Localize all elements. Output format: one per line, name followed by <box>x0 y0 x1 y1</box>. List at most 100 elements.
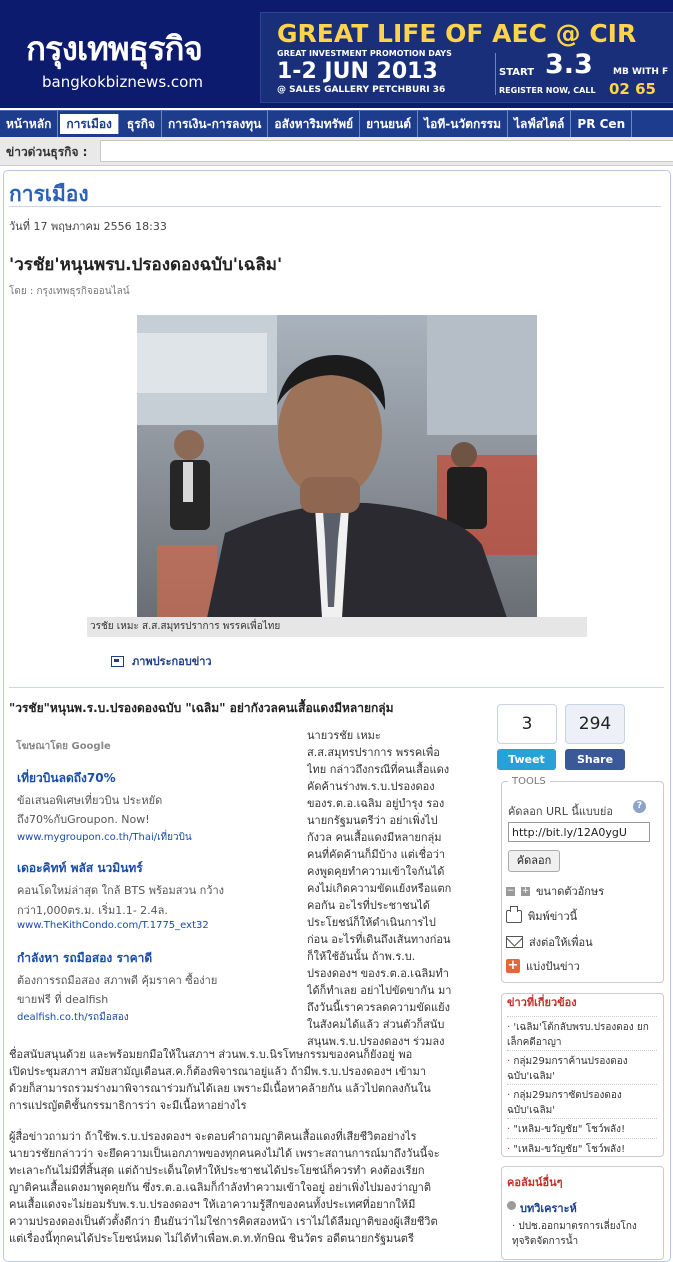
font-increase-icon[interactable]: + <box>521 886 530 896</box>
body-line: ญาติคนเสื้อแดงมาพูดคุยกัน ซึ่งร.ต.อ.เฉลิ… <box>9 1181 432 1194</box>
nav-item-business[interactable]: ธุรกิจ <box>121 111 162 137</box>
body-line: ของร.ต.อ.เฉลิม อยู่บำรุง รอง <box>307 797 445 810</box>
ad-url[interactable]: dealfish.co.th/รถมือสอง <box>17 1010 129 1025</box>
related-news-item[interactable]: · "เหลิม-ขวัญชัย" โชว์พลัง! <box>507 1118 657 1137</box>
ad-banner[interactable]: GREAT LIFE OF AEC @ CIR GREAT INVESTMENT… <box>260 12 673 103</box>
ads-label[interactable]: โฆษณาโดย Google <box>16 739 111 754</box>
short-url-field[interactable]: http://bit.ly/12A0ygU <box>508 822 650 842</box>
banner-divider <box>495 53 496 95</box>
breaking-news-ticker[interactable] <box>100 140 673 162</box>
photo-gallery-link[interactable]: ภาพประกอบข่าว <box>111 652 212 670</box>
ad-title[interactable]: เดอะคิทท์ พลัส นวมินทร์ <box>17 859 143 878</box>
body-line: การแปรญัตติชั้นกรรมาธิการว่า จะมีเนื้อหา… <box>9 1099 247 1112</box>
ad-text: ข้อเสนอพิเศษเที่ยวบิน ประหยัด <box>17 794 163 807</box>
banner-start: START <box>499 67 535 78</box>
print-label[interactable]: พิมพ์ข่าวนี้ <box>528 907 577 925</box>
body-line: แต่เรื่องนี้ทุกคนได้ประโยชน์หมด ไม่ได้ทำ… <box>9 1232 414 1245</box>
tweet-button[interactable]: Tweet <box>497 749 556 770</box>
plus-icon: + <box>506 958 520 973</box>
article-headline: 'วรชัย'หนุนพรบ.ปรองดองฉบับ'เฉลิม' <box>9 255 283 275</box>
nav-item-pr-center[interactable]: PR Cen <box>571 111 633 137</box>
body-line: ปรองดองฯ ของร.ต.อ.เฉลิมทำ <box>307 967 449 980</box>
related-news-item[interactable]: · กลุ่ม29มกราค้านปรองดองฉบับ'เฉลิม' <box>507 1050 657 1084</box>
related-news-text[interactable]: "เหลิม-ขวัญชัย" โชว์พลัง! <box>513 1144 625 1155</box>
font-size-label: ขนาดตัวอักษร <box>536 885 605 898</box>
nav-item-home[interactable]: หน้าหลัก <box>0 111 59 137</box>
printer-icon <box>506 905 522 923</box>
body-line: ประโยชน์ก็ให้ดำเนินการไป <box>307 916 436 929</box>
body-line: เปิดประชุมสภาฯ สมัยสามัญเดือนส.ค.ก็ต้องพ… <box>9 1065 427 1078</box>
ad-url[interactable]: www.mygroupon.co.th/Thai/เที่ยวบิน <box>17 830 192 845</box>
logo-title[interactable]: กรุงเทพธุรกิจ <box>26 22 203 75</box>
other-column-text[interactable]: ปปช.ออกมาตรการเลี่ยงโกงทุจริตจัดการน้ำ <box>512 1221 637 1247</box>
body-line: ความปรองดองเป็นตัวตั้งดีกว่า ยืนยันว่าไม… <box>9 1215 438 1228</box>
banner-register: REGISTER NOW, CALL <box>499 86 596 95</box>
article-body-column: นายวรชัย เหมะ ส.ส.สมุทรปราการ พรรคเพื่อ … <box>307 727 487 1050</box>
ad-title[interactable]: เที่ยวบินลดถึง70% <box>17 769 116 788</box>
nav-item-finance[interactable]: การเงิน-การลงทุน <box>162 111 269 137</box>
ad-title[interactable]: กำลังหา รถมือสอง ราคาดี <box>17 949 152 968</box>
banner-venue: @ SALES GALLERY PETCHBURI 36 <box>277 85 446 95</box>
print-link[interactable]: พิมพ์ข่าวนี้ <box>506 905 577 925</box>
article-photo[interactable] <box>137 315 537 618</box>
body-line: คนเสื้อแดงจะไม่ยอมรับพ.ร.บ.ปรองดองฯ ให้เ… <box>9 1198 416 1211</box>
facebook-share-button[interactable]: Share <box>565 749 625 770</box>
body-line: ส.ส.สมุทรปราการ พรรคเพื่อ <box>307 746 440 759</box>
banner-title: GREAT LIFE OF AEC @ CIR <box>277 19 637 48</box>
body-line: คงไม่เกิดความขัดแย้งหรือแตก <box>307 882 452 895</box>
body-line: นายวรชัยกล่าวว่า จะยึดความเป็นเอกภาพของท… <box>9 1147 440 1160</box>
photo-caption: วรชัย เหมะ ส.ส.สมุทรปราการ พรรคเพื่อไทย <box>87 617 587 637</box>
related-news-text[interactable]: กลุ่ม29มกราซัดปรองดองฉบับ'เฉลิม' <box>507 1090 622 1116</box>
help-icon[interactable]: ? <box>633 800 646 813</box>
related-news-text[interactable]: กลุ่ม29มกราค้านปรองดองฉบับ'เฉลิม' <box>507 1056 628 1082</box>
banner-speed: 3.3 <box>545 49 593 80</box>
tools-label: TOOLS <box>508 776 550 787</box>
other-column-item[interactable]: · ปปช.ออกมาตรการเลี่ยงโกงทุจริตจัดการน้ำ <box>512 1219 657 1249</box>
body-line: ก็ให้ใช้อันนั้น ถ้าพ.ร.บ. <box>307 950 416 963</box>
share-label[interactable]: Share <box>577 753 613 766</box>
related-news-text[interactable]: 'เฉลิม'โต้กลับพรบ.ปรองดอง ยกเล็กคดีอาญา <box>507 1022 649 1048</box>
related-news-item[interactable]: · 'เฉลิม'โต้กลับพรบ.ปรองดอง ยกเล็กคดีอาญ… <box>507 1016 657 1050</box>
copy-url-button[interactable]: คัดลอก <box>508 850 560 872</box>
font-decrease-icon[interactable]: − <box>506 886 515 896</box>
tweet-label[interactable]: Tweet <box>508 753 545 766</box>
logo-url[interactable]: bangkokbiznews.com <box>42 73 203 91</box>
main-nav: หน้าหลัก การเมือง ธุรกิจ การเงิน-การลงทุ… <box>0 110 673 137</box>
nav-item-auto[interactable]: ยานยนต์ <box>360 111 419 137</box>
nav-item-property[interactable]: อสังหาริมทรัพย์ <box>268 111 361 137</box>
email-link[interactable]: ส่งต่อให้เพื่อน <box>506 933 593 951</box>
body-line: นายวรชัย เหมะ <box>307 729 381 742</box>
body-line: ชื่อสนับสนุนด้วย และพร้อมยกมือให้ในสภาฯ … <box>9 1048 413 1061</box>
ad-text: คอนโดใหม่ล่าสุด ใกล้ BTS พร้อมสวน กว้าง <box>17 884 225 897</box>
send-label[interactable]: ส่งต่อให้เพื่อน <box>529 933 593 951</box>
copy-url-label: คัดลอก URL นี้แบบย่อ <box>508 805 613 818</box>
ad-url[interactable]: www.TheKithCondo.com/T.1775_ext32 <box>17 920 209 931</box>
ad-text: ต้องการรถมือสอง สภาพดี คุ้มราคา ซื้อง่าย <box>17 974 218 987</box>
related-news-item[interactable]: · "เหลิม-ขวัญชัย" โชว์พลัง! <box>507 1138 657 1157</box>
related-news-item[interactable]: · กลุ่ม29มกราซัดปรองดองฉบับ'เฉลิม' <box>507 1084 657 1118</box>
tweet-count: 3 <box>497 704 557 744</box>
nav-item-politics[interactable]: การเมือง <box>60 114 119 134</box>
share-news-link[interactable]: + แบ่งปันข่าว <box>506 957 580 975</box>
gallery-icon <box>111 655 124 667</box>
article-subhead: "วรชัย"หนุนพ.ร.บ.ปรองดองฉบับ "เฉลิม" อย่… <box>9 701 394 715</box>
body-line: คัดค้านร่างพ.ร.บ.ปรองดอง <box>307 780 435 793</box>
article-paragraph: ชื่อสนับสนุนด้วย และพร้อมยกมือให้ในสภาฯ … <box>9 1046 486 1114</box>
body-line: คงพูดคุยทำความเข้าใจกันได้ <box>307 865 445 878</box>
nav-item-it[interactable]: ไอที-นวัตกรรม <box>418 111 509 137</box>
share-news-label[interactable]: แบ่งปันข่าว <box>526 957 580 975</box>
section-divider <box>9 206 661 207</box>
ad-text: กว่า1,000ตร.ม. เริ่ม1.1- 2.4ล. <box>17 904 168 917</box>
font-size-control[interactable]: − + ขนาดตัวอักษร <box>506 882 604 900</box>
site-logo[interactable]: กรุงเทพธุรกิจ bangkokbiznews.com <box>0 0 258 108</box>
article-date: วันที่ 17 พฤษภาคม 2556 18:33 <box>9 220 167 233</box>
ad-text: ขายฟรี ที่ dealfish <box>17 993 109 1006</box>
related-news-text[interactable]: "เหลิม-ขวัญชัย" โชว์พลัง! <box>513 1124 625 1135</box>
body-line: คอกัน อะไรที่ประชาชนได้ <box>307 899 430 912</box>
gallery-label[interactable]: ภาพประกอบข่าว <box>132 652 212 670</box>
breaking-news-label: ข่าวด่วนธุรกิจ : <box>6 145 88 159</box>
body-line: ผู้สื่อข่าวถามว่า ถ้าใช้พ.ร.บ.ปรองดองฯ จ… <box>9 1130 417 1143</box>
analysis-heading[interactable]: บทวิเคราะห์ <box>520 1199 577 1217</box>
article-paragraph: ผู้สื่อข่าวถามว่า ถ้าใช้พ.ร.บ.ปรองดองฯ จ… <box>9 1128 486 1247</box>
nav-item-lifestyle[interactable]: ไลฟ์สไตล์ <box>508 111 572 137</box>
